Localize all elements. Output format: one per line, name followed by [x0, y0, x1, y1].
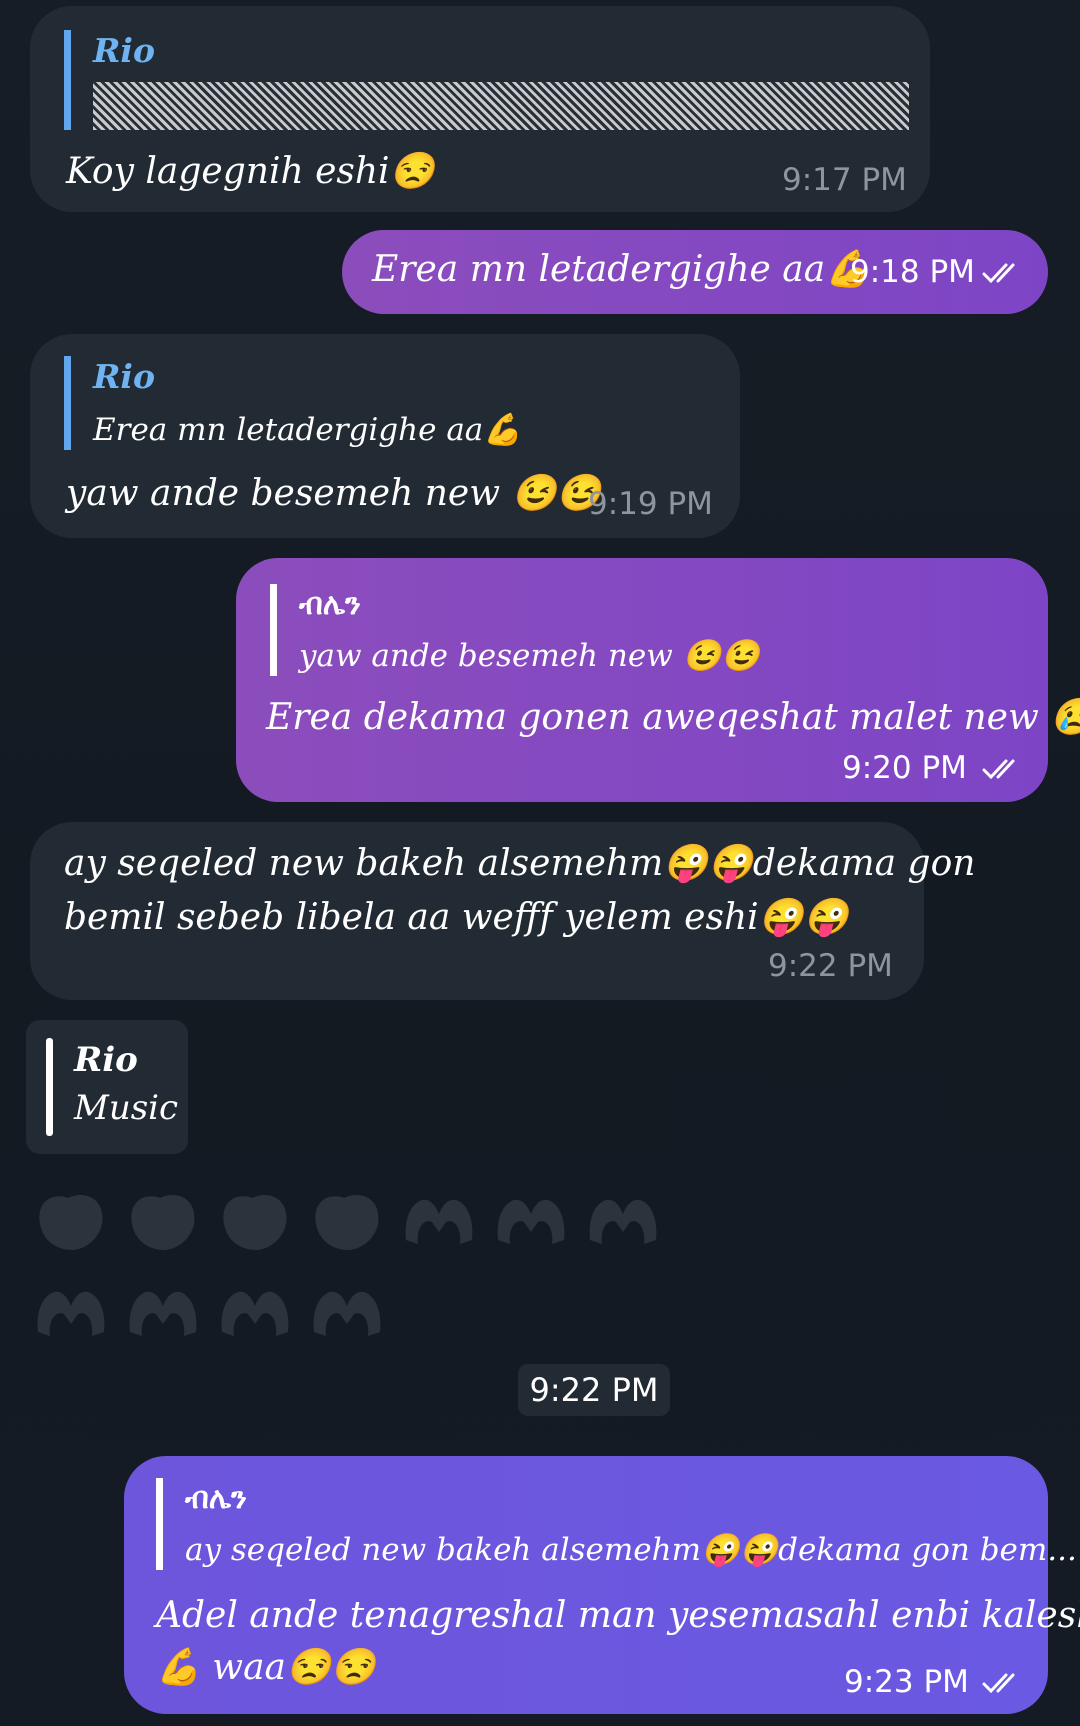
message-bubble-incoming[interactable]: Rio Koy lagegnih eshi😒 9:17 PM [30, 6, 930, 212]
message-text-line: 💪 waa😒😒 [156, 1647, 376, 1688]
heart-hands-icon [37, 1291, 105, 1336]
reaction-emoji-row [32, 1184, 662, 1256]
heart-hands-icon [131, 1195, 195, 1250]
heart-hands-icon [497, 1199, 565, 1244]
music-reply-card[interactable]: Rio Music [26, 1020, 188, 1154]
heart-hands-icon [129, 1291, 197, 1336]
message-text-line: ay seqeled new bakeh alsemehm😜😜dekama go… [64, 843, 976, 884]
reply-quote[interactable]: ብሌን ay seqeled new bakeh alsemehm😜😜dekam… [156, 1478, 1077, 1570]
heart-hands-icon [589, 1199, 657, 1244]
heart-hands-icon [313, 1291, 381, 1336]
reply-text: Erea mn letadergighe aa💪 [93, 412, 522, 448]
message-bubble-outgoing[interactable]: ብሌን ay seqeled new bakeh alsemehm😜😜dekam… [124, 1456, 1080, 1714]
redacted-text [93, 82, 909, 130]
message-text: Erea dekama gonen aweqeshat malet new 😢 [266, 697, 1080, 738]
message-time: 9:17 PM [782, 162, 907, 198]
reply-quote[interactable]: Rio [64, 30, 909, 130]
message-time: 9:20 PM [842, 750, 967, 786]
reply-text: ay seqeled new bakeh alsemehm😜😜dekama go… [185, 1532, 1077, 1568]
heart-hands-icon [221, 1291, 289, 1336]
reply-quote[interactable]: Rio Erea mn letadergighe aa💪 [64, 356, 522, 450]
message-bubble-outgoing[interactable]: Erea mn letadergighe aa💪 9:18 PM [342, 230, 1048, 314]
time-chip: 9:22 PM [518, 1364, 670, 1416]
message-time: 9:18 PM [850, 254, 975, 290]
double-check-icon [982, 263, 1015, 284]
music-label: Music [74, 1088, 179, 1128]
reply-author: Rio [93, 31, 155, 70]
heart-hands-icon [315, 1195, 379, 1250]
heart-hands-icon [405, 1199, 473, 1244]
reply-author: Rio [93, 357, 155, 396]
message-text: yaw ande besemeh new 😉😉 [66, 473, 602, 514]
message-time: 9:22 PM [768, 948, 893, 984]
message-text-line: bemil sebeb libela aa wefff yelem eshi😜😜 [64, 897, 849, 938]
message-time: 9:19 PM [588, 486, 713, 522]
message-text: Erea mn letadergighe aa💪 [372, 249, 871, 290]
message-text-line: Adel ande tenagreshal man yesemasahl enb… [156, 1595, 1080, 1636]
reaction-emoji-row [32, 1276, 386, 1348]
message-text: Koy lagegnih eshi😒 [66, 151, 435, 192]
reply-author: ብሌን [299, 587, 361, 622]
reply-author: ብሌን [185, 1481, 247, 1516]
message-bubble-incoming[interactable]: ay seqeled new bakeh alsemehm😜😜dekama go… [30, 822, 975, 1000]
heart-hands-icon [223, 1195, 287, 1250]
reply-quote[interactable]: ብሌን yaw ande besemeh new 😉😉 [270, 584, 760, 676]
message-time: 9:23 PM [844, 1664, 969, 1700]
reply-text: yaw ande besemeh new 😉😉 [299, 638, 760, 674]
heart-hands-icon [39, 1195, 103, 1250]
double-check-icon [982, 1673, 1015, 1694]
message-bubble-outgoing[interactable]: ብሌን yaw ande besemeh new 😉😉 Erea dekama … [236, 558, 1080, 802]
music-author: Rio [74, 1040, 138, 1080]
double-check-icon [982, 759, 1015, 780]
message-bubble-incoming[interactable]: Rio Erea mn letadergighe aa💪 yaw ande be… [30, 334, 740, 538]
reply-accent-bar [46, 1038, 53, 1136]
